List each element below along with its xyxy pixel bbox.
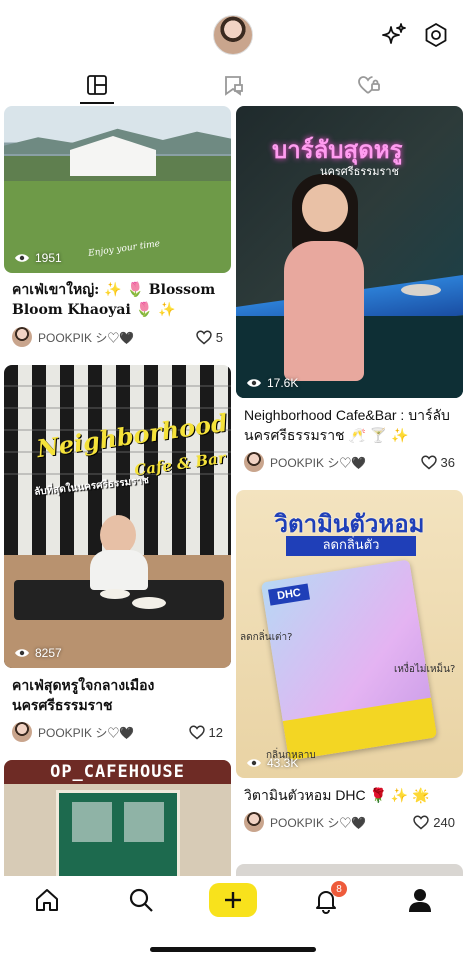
image-headline: OP_CAFEHOUSE	[4, 760, 231, 784]
like-button[interactable]: 5	[196, 330, 223, 345]
post-meta: POOKPIK シ♡🖤 12	[4, 715, 231, 743]
like-count: 36	[440, 454, 455, 470]
person-dress	[284, 241, 364, 381]
post-image[interactable]: วิตามินตัวหอม ลดกลิ่นตัว DHC ลดกลิ่นเต่า…	[236, 490, 463, 778]
eye-icon	[247, 379, 261, 387]
post-image[interactable]: OP_CAFEHOUSE	[4, 760, 231, 876]
eye-icon	[247, 759, 261, 767]
sparkles-icon[interactable]	[381, 22, 407, 48]
bookmark-flag-icon	[225, 76, 243, 96]
image-note: ลดกลิ่นเต่า?	[240, 632, 293, 643]
like-count: 5	[215, 329, 223, 345]
heart-icon	[188, 725, 205, 739]
view-count-value: 1951	[35, 251, 62, 265]
image-caption: Enjoy your time	[87, 239, 161, 259]
post-image[interactable]: Enjoy your time 1951	[4, 106, 231, 273]
profile-icon[interactable]	[406, 886, 434, 914]
view-count-value: 43.3K	[267, 756, 299, 770]
post-card[interactable]: OP_CAFEHOUSE	[4, 760, 231, 876]
view-count-value: 8257	[35, 646, 62, 660]
heart-icon	[196, 330, 212, 344]
home-icon[interactable]	[33, 886, 61, 914]
eye-icon	[15, 254, 29, 262]
search-icon[interactable]	[127, 886, 155, 914]
author-avatar[interactable]	[244, 452, 264, 472]
author-avatar[interactable]	[244, 812, 264, 832]
home-indicator	[150, 947, 316, 952]
post-title[interactable]: คาเฟ่สุดหรูใจกลางเมือง นครศรีธรรมราช	[4, 668, 231, 715]
post-card[interactable]: บาร์ลับสุดหรู นครศรีธรรมราช 17.6K Neighb…	[236, 106, 463, 473]
settings-icon[interactable]	[423, 22, 449, 48]
add-icon	[225, 892, 241, 908]
post-card[interactable]	[236, 864, 463, 876]
grid-layout-icon	[87, 75, 107, 95]
bottom-navigation: 8	[0, 876, 465, 960]
tab-saved[interactable]	[218, 70, 248, 100]
view-count-value: 17.6K	[267, 376, 299, 390]
tab-posts-grid[interactable]	[82, 70, 112, 100]
author-name[interactable]: POOKPIK シ♡🖤	[38, 724, 189, 741]
author-avatar[interactable]	[12, 722, 32, 742]
person-head	[100, 515, 136, 555]
post-card[interactable]: Neighborhood Cafe & Bar ลับที่สุดในนครศร…	[4, 365, 231, 743]
author-name[interactable]: POOKPIK シ♡🖤	[270, 454, 421, 471]
add-button[interactable]	[209, 883, 257, 917]
post-title[interactable]: คาเฟ่เขาใหญ่: ✨ 🌷 Blossom Bloom Khaoyai …	[4, 273, 231, 320]
view-count: 1951	[14, 251, 62, 265]
heart-lock-icon	[358, 76, 380, 94]
profile-avatar[interactable]	[213, 15, 253, 55]
image-subheadline: ลดกลิ่นตัว	[286, 536, 416, 556]
post-meta: POOKPIK シ♡🖤 240	[236, 805, 463, 833]
post-title[interactable]: Neighborhood Cafe&Bar : บาร์ลับนครศรีธรร…	[236, 398, 463, 445]
post-image[interactable]: บาร์ลับสุดหรู นครศรีธรรมราช 17.6K	[236, 106, 463, 398]
view-count: 8257	[14, 646, 62, 660]
post-meta: POOKPIK シ♡🖤 5	[4, 320, 231, 348]
heart-icon	[420, 455, 437, 469]
eye-icon	[15, 649, 29, 657]
view-count: 17.6K	[246, 376, 298, 390]
post-image[interactable]: Neighborhood Cafe & Bar ลับที่สุดในนครศร…	[4, 365, 231, 668]
author-avatar[interactable]	[12, 327, 32, 347]
author-name[interactable]: POOKPIK シ♡🖤	[38, 329, 196, 346]
product-brand: DHC	[268, 583, 311, 606]
like-button[interactable]: 12	[188, 724, 223, 740]
like-count: 12	[208, 724, 223, 740]
post-card[interactable]: วิตามินตัวหอม ลดกลิ่นตัว DHC ลดกลิ่นเต่า…	[236, 490, 463, 833]
tab-liked[interactable]	[354, 70, 384, 100]
like-count: 240	[433, 814, 455, 830]
like-button[interactable]: 36	[420, 454, 455, 470]
notification-badge: 8	[331, 881, 347, 897]
product-pack: DHC	[260, 559, 438, 761]
image-note: เหงื่อไม่เหม็น?	[394, 664, 456, 675]
like-button[interactable]: 240	[413, 815, 455, 830]
post-image[interactable]	[236, 864, 463, 876]
post-meta: POOKPIK シ♡🖤 36	[236, 445, 463, 473]
profile-tabs	[0, 64, 465, 104]
view-count: 43.3K	[246, 756, 298, 770]
image-subheadline: นครศรีธรรมราช	[320, 165, 400, 178]
heart-icon	[413, 815, 430, 829]
posts-feed[interactable]: Enjoy your time 1951 คาเฟ่เขาใหญ่: ✨ 🌷 B…	[0, 106, 465, 876]
post-card[interactable]: Enjoy your time 1951 คาเฟ่เขาใหญ่: ✨ 🌷 B…	[4, 106, 231, 348]
post-title[interactable]: วิตามินตัวหอม DHC 🌹 ✨ 🌟	[236, 778, 463, 805]
active-tab-indicator	[80, 102, 114, 104]
author-name[interactable]: POOKPIK シ♡🖤	[270, 814, 413, 831]
